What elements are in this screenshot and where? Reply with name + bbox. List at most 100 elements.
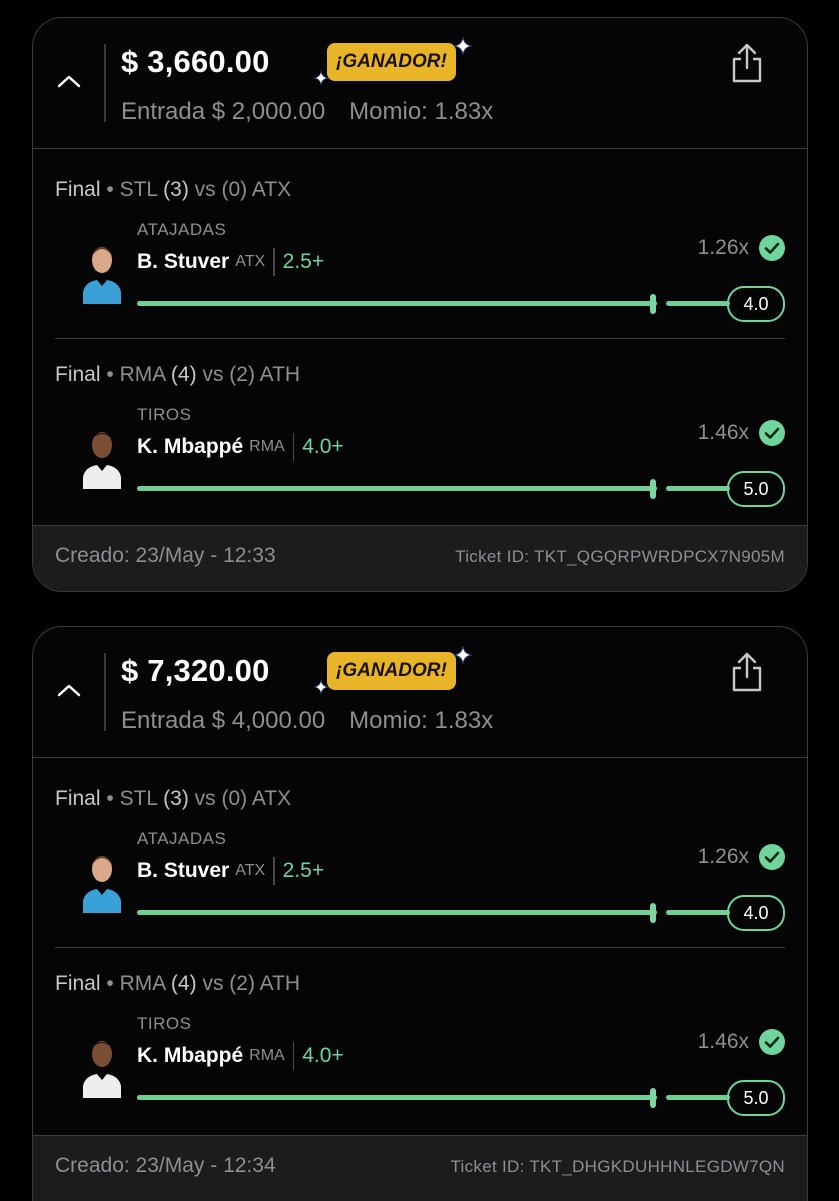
winner-badge: ¡GANADOR! (313, 645, 473, 701)
away-team: ATH (259, 972, 301, 995)
vs-label: vs (194, 787, 216, 810)
player-avatar (83, 432, 121, 489)
header-divider (104, 44, 106, 122)
progress-overflow (666, 1095, 730, 1100)
target-line: 4.0+ (302, 435, 344, 458)
market-label: ATAJADAS (137, 829, 227, 848)
leg-multiplier: 1.26x (697, 236, 749, 259)
market-label: TIROS (137, 405, 192, 424)
leg-row[interactable]: Final • RMA (4) vs (2) ATH TIROS K. Mbap… (33, 339, 807, 524)
target-line: 4.0+ (302, 1044, 344, 1067)
collapse-button[interactable] (53, 62, 85, 102)
divider (292, 433, 295, 461)
away-score: (2) (229, 363, 255, 386)
leg-row[interactable]: Final • STL (3) vs (0) ATX ATAJADAS B. S… (33, 154, 807, 339)
checkmark-circle-icon (759, 1029, 785, 1055)
player-line: B. Stuver ATX 2.5+ (137, 248, 324, 278)
match-status: Final • RMA (4) vs (2) ATH (55, 972, 301, 995)
match-state: Final (55, 178, 101, 201)
entry-amount: Entrada $ 4,000.00 (121, 707, 326, 734)
home-score: (4) (170, 972, 197, 995)
ticket-card: $ 7,320.00 ¡GANADOR! Entrada $ 4,000.00 M… (32, 626, 808, 1201)
entry-line: Entrada $ 2,000.00 Momio: 1.83x (121, 98, 493, 126)
home-score: (4) (170, 363, 197, 386)
away-team: ATX (251, 787, 292, 810)
ticket-footer: Creado: 23/May - 12:33 Ticket ID: TKT_QG… (33, 525, 807, 591)
player-team: RMA (249, 1047, 285, 1064)
header-divider (104, 653, 106, 731)
target-line: 2.5+ (282, 250, 325, 273)
away-score: (0) (221, 787, 248, 810)
away-team: ATX (251, 178, 292, 201)
progress-overflow (666, 301, 730, 306)
player-line: K. Mbappé RMA 4.0+ (137, 1042, 344, 1072)
player-avatar (83, 856, 121, 913)
created-date: Creado: 23/May - 12:34 (55, 1154, 276, 1177)
vs-label: vs (194, 178, 216, 201)
share-button[interactable] (729, 42, 765, 84)
entry-line: Entrada $ 4,000.00 Momio: 1.83x (121, 707, 493, 735)
share-icon (732, 43, 762, 83)
checkmark-circle-icon (759, 235, 785, 261)
player-team: ATX (235, 862, 266, 879)
payout-amount: $ 7,320.00 (121, 653, 270, 688)
chevron-up-icon (57, 75, 81, 88)
progress-fill (137, 486, 657, 491)
player-line: K. Mbappé RMA 4.0+ (137, 433, 344, 463)
progress-bar (137, 910, 657, 915)
match-state: Final (55, 363, 101, 386)
home-score: (3) (163, 787, 189, 810)
player-name: K. Mbappé (137, 1044, 244, 1067)
target-line: 2.5+ (282, 859, 325, 882)
home-team: STL (119, 178, 158, 201)
ticket-card: $ 3,660.00 ¡GANADOR! Entrada $ 2,000.00 M… (32, 17, 808, 592)
market-label: ATAJADAS (137, 220, 227, 239)
chevron-up-icon (57, 684, 81, 697)
progress-fill (137, 910, 657, 915)
home-score: (3) (163, 178, 189, 201)
vs-label: vs (202, 972, 224, 995)
market-label: TIROS (137, 1014, 192, 1033)
checkmark-circle-icon (759, 844, 785, 870)
leg-row[interactable]: Final • RMA (4) vs (2) ATH TIROS K. Mbap… (33, 948, 807, 1133)
progress-fill (137, 301, 657, 306)
target-marker (650, 1088, 656, 1108)
leg-row[interactable]: Final • STL (3) vs (0) ATX ATAJADAS B. S… (33, 763, 807, 948)
vs-label: vs (202, 363, 224, 386)
total-odds: Momio: 1.83x (349, 98, 494, 125)
leg-multiplier: 1.26x (697, 845, 749, 868)
target-marker (650, 479, 656, 499)
progress-overflow (666, 910, 730, 915)
total-odds: Momio: 1.83x (349, 707, 494, 734)
progress-fill (137, 1095, 657, 1100)
away-score: (2) (229, 972, 255, 995)
match-status: Final • STL (3) vs (0) ATX (55, 787, 292, 810)
target-marker (650, 294, 656, 314)
progress-bar (137, 1095, 657, 1100)
ticket-id[interactable]: Ticket ID: TKT_QGQRPWRDPCX7N905M (455, 547, 785, 567)
created-date: Creado: 23/May - 12:33 (55, 544, 276, 567)
divider (292, 1042, 295, 1070)
player-name: B. Stuver (137, 859, 230, 882)
share-button[interactable] (729, 651, 765, 693)
sparkle-icon (313, 70, 329, 86)
ticket-id[interactable]: Ticket ID: TKT_DHGKDUHHNLEGDW7QN (450, 1157, 785, 1177)
winner-badge-label: ¡GANADOR! (327, 43, 456, 81)
collapse-button[interactable] (53, 671, 85, 711)
match-state: Final (55, 787, 101, 810)
divider (273, 248, 275, 276)
target-marker (650, 903, 656, 923)
result-value: 5.0 (727, 1080, 785, 1116)
away-score: (0) (221, 178, 248, 201)
sparkle-icon (313, 679, 329, 695)
progress-bar (137, 301, 657, 306)
share-icon (732, 652, 762, 692)
player-team: RMA (249, 438, 285, 455)
ticket-header: $ 7,320.00 ¡GANADOR! Entrada $ 4,000.00 M… (33, 627, 807, 758)
result-value: 5.0 (727, 471, 785, 507)
winner-badge: ¡GANADOR! (313, 36, 473, 92)
result-value: 4.0 (727, 895, 785, 931)
home-team: STL (119, 787, 158, 810)
player-avatar (83, 1041, 121, 1098)
player-name: K. Mbappé (137, 435, 244, 458)
